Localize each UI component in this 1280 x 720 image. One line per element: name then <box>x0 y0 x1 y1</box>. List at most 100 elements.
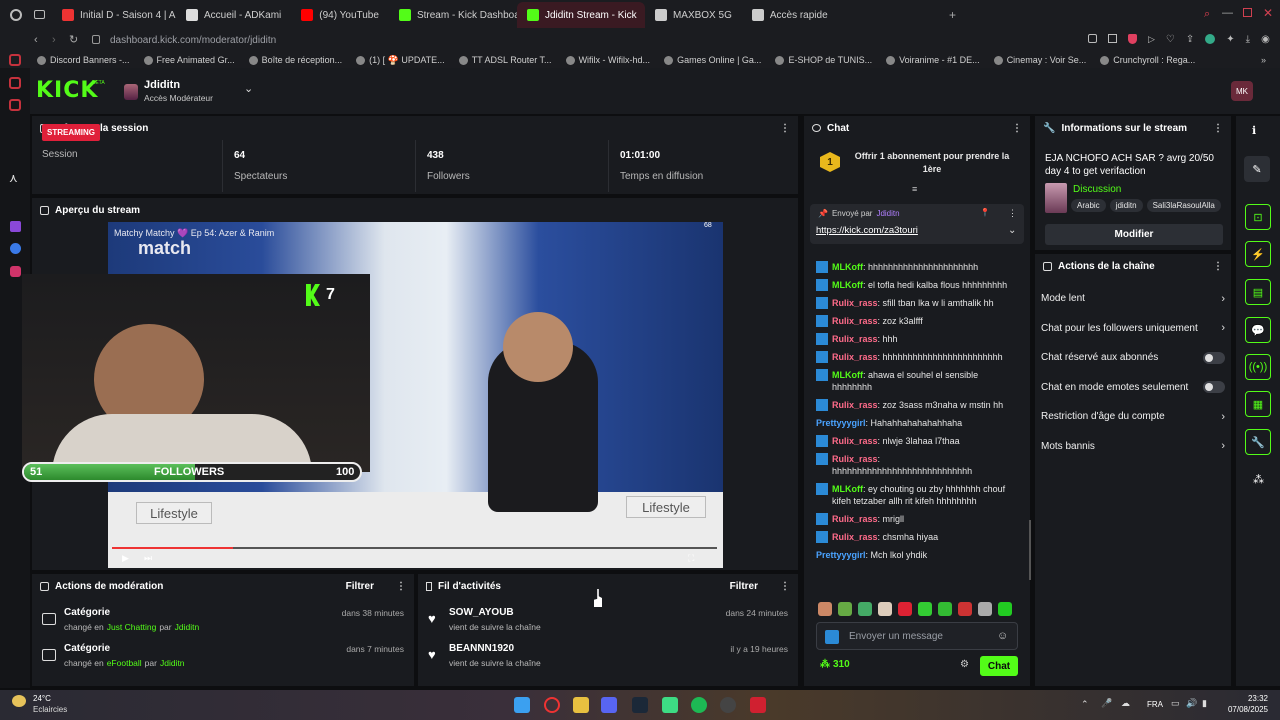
emote-icon[interactable] <box>978 602 992 616</box>
lightning-icon[interactable]: ⚡ <box>1245 241 1271 267</box>
detail-user[interactable]: Jdiditn <box>175 622 200 632</box>
tools-icon[interactable]: 🔧 <box>1245 429 1271 455</box>
clock-date[interactable]: 07/08/2025 <box>1222 705 1268 714</box>
chat-message[interactable]: Rulix_rass: zoz 3sass m3naha w mstin hh <box>802 396 1028 414</box>
browser-tab[interactable]: MAXBOX 5G <box>645 2 742 28</box>
chat-username[interactable]: Rulix_rass <box>832 352 878 362</box>
chat-message[interactable]: MLKoff: ahawa el souhel el sensible hhhh… <box>802 366 1028 396</box>
channel-action-row[interactable]: Mode lent › <box>1035 284 1231 314</box>
onedrive-icon[interactable]: ☁ <box>1121 698 1130 709</box>
bookmarks-overflow-icon[interactable]: » <box>1261 55 1266 65</box>
emoji-picker-icon[interactable]: ☺ <box>997 630 1008 642</box>
sub-expand-icon[interactable]: ≡ <box>912 184 917 194</box>
browser-tab[interactable]: (94) YouTube <box>291 2 389 28</box>
bookmark-item[interactable]: Voiranime - #1 DE... <box>879 55 987 66</box>
reload-icon[interactable]: ↻ <box>69 33 78 46</box>
clock-time[interactable]: 23:32 <box>1228 694 1268 703</box>
weather-desc[interactable]: Eclaircies <box>33 705 67 714</box>
chat-menu-icon[interactable]: ⋮ <box>1012 123 1022 134</box>
session-menu-icon[interactable]: ⋮ <box>780 123 790 134</box>
mic-icon[interactable]: 🎤 <box>1101 698 1112 709</box>
bookmark-item[interactable]: Cinemay : Voir Se... <box>987 55 1094 66</box>
chat-username[interactable]: Prettyyygirl <box>816 418 866 428</box>
volume-icon[interactable]: 🔊 <box>1186 698 1197 709</box>
broadcast-icon[interactable]: ((•)) <box>1245 354 1271 380</box>
browser-tab[interactable]: Initial D - Saison 4 | Anim <box>52 2 176 28</box>
emote-icon[interactable] <box>958 602 972 616</box>
sub-offer[interactable]: Offrir 1 abonnement pour prendre la 1ère <box>850 150 1014 176</box>
chat-username[interactable]: MLKoff <box>832 280 863 290</box>
chat-identity-icon[interactable] <box>825 630 839 644</box>
info-icon[interactable]: ℹ <box>1252 124 1256 137</box>
emote-icon[interactable] <box>998 602 1012 616</box>
taskbar-discord-icon[interactable] <box>601 697 617 713</box>
pencil-icon[interactable]: ✎ <box>1244 156 1270 182</box>
chat-settings-gear-icon[interactable]: ⚙ <box>960 659 969 670</box>
category-name[interactable]: Discussion <box>1073 184 1121 195</box>
detail-user[interactable]: Jdiditn <box>160 658 185 668</box>
chat-username[interactable]: Rulix_rass <box>832 454 878 464</box>
network-icon[interactable]: ▭ <box>1171 698 1180 709</box>
edit-stream-button[interactable]: Modifier <box>1045 224 1223 245</box>
chat-input[interactable]: Envoyer un message ☺ <box>816 622 1018 650</box>
sidebar-opera-icon[interactable] <box>9 54 21 66</box>
pinned-link[interactable]: https://kick.com/za3touri <box>816 225 918 236</box>
chat-username[interactable]: Rulix_rass <box>832 298 878 308</box>
emote-icon[interactable] <box>938 602 952 616</box>
chat-username[interactable]: Rulix_rass <box>832 532 878 542</box>
kick-logo[interactable]: KICK <box>36 78 98 103</box>
channel-action-row[interactable]: Mots bannis › <box>1035 432 1231 462</box>
channel-action-row[interactable]: Chat réservé aux abonnés <box>1035 343 1231 373</box>
bookmark-item[interactable]: Wifilx - Wifilx-hd... <box>559 55 658 66</box>
channel-actions-menu-icon[interactable]: ⋮ <box>1213 261 1223 272</box>
toggle-switch[interactable] <box>1203 351 1225 364</box>
category-thumbnail[interactable] <box>1045 183 1067 213</box>
browser-tab[interactable]: Jdiditn Stream - Kick <box>516 2 645 28</box>
chat-message[interactable]: Rulix_rass: zoz k3alfff <box>802 312 1028 330</box>
taskbar-android-icon[interactable] <box>662 697 678 713</box>
emote-icon[interactable] <box>878 602 892 616</box>
new-tab-icon[interactable]: + <box>949 8 956 22</box>
chat-username[interactable]: Rulix_rass <box>832 316 878 326</box>
pinned-menu-icon[interactable]: ⋮ <box>1008 208 1017 219</box>
chat-message-list[interactable]: MLKoff: hhhhhhhhhhhhhhhhhhhhhh MLKoff: el… <box>802 258 1028 590</box>
unpin-icon[interactable]: 📍 <box>980 208 990 217</box>
qr-scan-icon[interactable]: ⊡ <box>1245 204 1271 230</box>
chat-scrollbar[interactable] <box>1029 520 1031 580</box>
share-connect-icon[interactable]: ⁂ <box>1253 473 1264 486</box>
activity-user[interactable]: BEANNN1920 <box>449 643 514 654</box>
bookmark-item[interactable]: Games Online | Ga... <box>657 55 768 66</box>
forward-icon[interactable]: › <box>52 34 56 46</box>
screenshot-icon[interactable] <box>1088 34 1097 43</box>
vpn-icon[interactable] <box>1205 34 1216 44</box>
sidebar-twitch-icon[interactable] <box>10 221 21 232</box>
chat-username[interactable]: Prettyyygirl <box>816 550 866 560</box>
battery-icon[interactable]: ▮ <box>1202 698 1207 709</box>
activity-row[interactable]: ♥ BEANNN1920 vient de suivre la chaîne il y… <box>418 638 798 674</box>
channel-action-row[interactable]: Chat pour les followers uniquement › <box>1035 314 1231 344</box>
emote-icon[interactable] <box>818 602 832 616</box>
stream-info-menu-icon[interactable]: ⋮ <box>1213 123 1223 134</box>
bookmark-item[interactable]: Crunchyroll : Rega... <box>1093 55 1202 66</box>
taskbar-obs-icon[interactable] <box>720 697 736 713</box>
detail-category[interactable]: Just Chatting <box>107 622 157 632</box>
emote-icon[interactable] <box>838 602 852 616</box>
sidebar-instagram-icon[interactable] <box>10 266 21 277</box>
channel-avatar[interactable] <box>124 84 138 100</box>
chat-message[interactable]: Rulix_rass: nlwje 3lahaa l7thaa <box>802 432 1028 450</box>
chat-message[interactable]: Prettyyygirl: Hahahhahahahahhaha <box>802 414 1028 432</box>
moderation-row[interactable]: Catégorie changé en Just Chatting par Jdidit… <box>32 602 414 638</box>
taskbar-explorer-icon[interactable] <box>573 697 589 713</box>
video-next-icon[interactable]: ⏭ <box>144 553 152 564</box>
taskbar-spotify-icon[interactable] <box>691 697 707 713</box>
shield-icon[interactable] <box>1128 34 1137 44</box>
moderation-menu-icon[interactable]: ⋮ <box>396 581 406 592</box>
chat-username[interactable]: Rulix_rass <box>832 334 878 344</box>
chat-message[interactable]: Prettyyygirl: Mch lkol yhdik <box>802 546 1028 564</box>
bookmark-item[interactable]: (1) [ 🍄 UPDATE... <box>349 55 452 66</box>
taskbar-opera-icon[interactable] <box>544 697 560 713</box>
stream-tag[interactable]: jdiditn <box>1109 199 1143 212</box>
chat-message[interactable]: MLKoff: ey chouting ou zby hhhhhhh chouf… <box>802 480 1028 510</box>
browser-tab[interactable]: Stream - Kick Dashboard <box>389 2 517 28</box>
activity-user[interactable]: SOW_AYOUB <box>449 607 514 618</box>
